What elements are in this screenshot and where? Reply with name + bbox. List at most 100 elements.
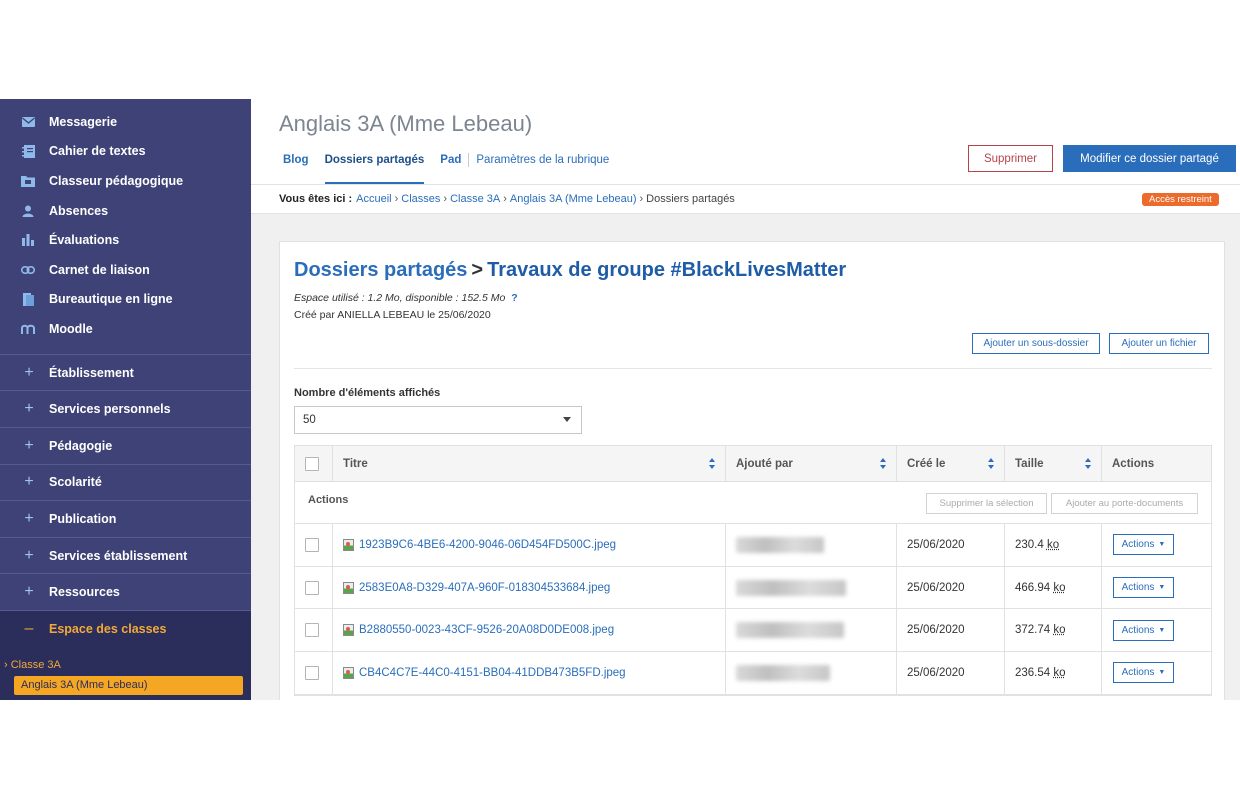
- sidebar-item-absences[interactable]: Absences: [0, 196, 251, 226]
- breadcrumb-separator: ›: [639, 193, 644, 205]
- link-icon: [20, 262, 36, 278]
- row-checkbox[interactable]: [305, 665, 319, 680]
- add-to-portfolio-button[interactable]: Ajouter au porte-documents: [1051, 493, 1198, 514]
- column-title[interactable]: Titre: [333, 446, 726, 481]
- delete-button[interactable]: Supprimer: [968, 145, 1053, 172]
- items-count-select[interactable]: 50: [294, 406, 582, 434]
- sidebar-section-scolarite[interactable]: + Scolarité: [0, 465, 251, 502]
- sort-icon[interactable]: [1085, 458, 1093, 470]
- row-actions-button[interactable]: Actions ▼: [1113, 662, 1174, 684]
- add-subfolder-button[interactable]: Ajouter un sous-dossier: [972, 333, 1100, 354]
- row-actions-button[interactable]: Actions ▼: [1113, 534, 1174, 556]
- row-checkbox[interactable]: [305, 580, 319, 595]
- tab-parametres[interactable]: Paramètres de la rubrique: [476, 151, 609, 184]
- items-count-label: Nombre d'éléments affichés: [294, 387, 441, 399]
- sort-icon[interactable]: [880, 458, 888, 470]
- file-link[interactable]: 1923B9C6-4BE6-4200-9046-06D454FD500C.jpe…: [359, 539, 616, 551]
- bulk-actions-row: Actions Supprimer la sélection Ajouter a…: [295, 482, 1211, 524]
- class-group-link[interactable]: › Classe 3A: [0, 657, 251, 674]
- page-title: Anglais 3A (Mme Lebeau): [279, 111, 533, 136]
- breadcrumb-separator: ›: [503, 193, 507, 205]
- mail-icon: [20, 114, 36, 130]
- row-select-cell: [295, 566, 333, 609]
- size-unit: ko: [1046, 538, 1060, 551]
- sidebar-item-evaluations[interactable]: Évaluations: [0, 225, 251, 255]
- sidebar-item-label: Bureautique en ligne: [49, 292, 173, 307]
- sidebar-section-espace-des-classes[interactable]: – Espace des classes: [0, 610, 251, 648]
- table-row: 1923B9C6-4BE6-4200-9046-06D454FD500C.jpe…: [295, 524, 1211, 567]
- table-row: 2583E0A8-D329-407A-960F-018304533684.jpe…: [295, 566, 1211, 610]
- storage-info: Espace utilisé : 1.2 Mo, disponible : 15…: [294, 292, 518, 304]
- breadcrumb-link-anglais-3a[interactable]: Anglais 3A (Mme Lebeau): [510, 193, 637, 205]
- select-all-checkbox[interactable]: [305, 456, 319, 471]
- row-checkbox[interactable]: [305, 537, 319, 552]
- sidebar-section-label: Établissement: [49, 365, 134, 380]
- add-file-button[interactable]: Ajouter un fichier: [1109, 333, 1209, 354]
- moodle-icon: [20, 321, 36, 337]
- bar-chart-icon: [20, 232, 36, 248]
- sidebar-section-services-personnels[interactable]: + Services personnels: [0, 391, 251, 428]
- app: Messagerie Cahier de textes Classeur péd…: [0, 99, 1240, 700]
- sidebar-section-label: Ressources: [49, 585, 120, 600]
- sidebar-section-etablissement[interactable]: + Établissement: [0, 355, 251, 392]
- size-unit: ko: [1053, 624, 1066, 637]
- user-icon: [20, 203, 36, 219]
- breadcrumb-link-classe-3a[interactable]: Classe 3A: [450, 193, 500, 205]
- folder-parent-link[interactable]: Dossiers partagés: [294, 259, 467, 281]
- sidebar-item-cahier-de-textes[interactable]: Cahier de textes: [0, 137, 251, 167]
- row-actions-button[interactable]: Actions ▼: [1113, 619, 1174, 641]
- sidebar-section-publication[interactable]: + Publication: [0, 501, 251, 538]
- delete-selection-button[interactable]: Supprimer la sélection: [926, 493, 1047, 514]
- sidebar-item-bureautique-en-ligne[interactable]: Bureautique en ligne: [0, 285, 251, 315]
- sort-icon[interactable]: [709, 458, 717, 470]
- added-by-cell: [726, 652, 897, 694]
- breadcrumb-link-accueil[interactable]: Accueil: [356, 193, 391, 205]
- breadcrumb-separator: ›: [394, 193, 399, 205]
- image-file-icon: [343, 666, 354, 679]
- row-checkbox[interactable]: [305, 623, 319, 638]
- date-cell: 25/06/2020: [897, 652, 1005, 694]
- folder-panel: Dossiers partagés > Travaux de groupe #Bla…: [279, 241, 1225, 700]
- help-icon[interactable]: ?: [511, 292, 517, 304]
- redacted-author: [736, 622, 844, 639]
- plus-icon: +: [24, 473, 34, 491]
- bulk-actions-label: Actions: [308, 494, 349, 506]
- row-actions-label: Actions: [1121, 624, 1155, 636]
- modify-folder-button[interactable]: Modifier ce dossier partagé: [1063, 145, 1236, 172]
- sidebar-section-services-etablissement[interactable]: + Services établissement: [0, 538, 251, 575]
- column-added-by[interactable]: Ajouté par: [726, 446, 897, 481]
- sidebar-section-label: Pédagogie: [49, 438, 113, 453]
- breadcrumb-link-classes[interactable]: Classes: [401, 193, 440, 205]
- plus-icon: +: [24, 583, 34, 601]
- breadcrumb-separator: ›: [443, 193, 448, 205]
- file-link[interactable]: B2880550-0023-43CF-9526-20A08D0DE008.jpe…: [359, 624, 614, 636]
- sidebar-section-ressources[interactable]: + Ressources: [0, 574, 251, 611]
- row-actions-button[interactable]: Actions ▼: [1113, 577, 1174, 599]
- column-header-label: Créé le: [907, 457, 946, 470]
- redacted-author: [736, 664, 830, 681]
- sidebar-item-carnet-de-liaison[interactable]: Carnet de liaison: [0, 255, 251, 285]
- sidebar-section-pedagogie[interactable]: + Pédagogie: [0, 428, 251, 465]
- sidebar-item-classeur-pedagogique[interactable]: Classeur pédagogique: [0, 166, 251, 196]
- header-select-all: [295, 446, 333, 481]
- tab-blog[interactable]: Blog: [283, 151, 309, 184]
- folder-name: Travaux de groupe #BlackLivesMatter: [487, 259, 847, 281]
- sidebar-item-label: Moodle: [49, 321, 93, 336]
- column-size[interactable]: Taille: [1005, 446, 1102, 481]
- main-content: Anglais 3A (Mme Lebeau) Blog Dossiers pa…: [251, 99, 1240, 700]
- size-cell: 230.4 ko: [1005, 524, 1102, 566]
- column-created[interactable]: Créé le: [897, 446, 1005, 481]
- breadcrumb-prefix: Vous êtes ici :: [279, 193, 353, 205]
- size-value: 372.74: [1015, 624, 1051, 637]
- redacted-author: [736, 536, 824, 553]
- sidebar-item-messagerie[interactable]: Messagerie: [0, 107, 251, 137]
- file-link[interactable]: CB4C4C7E-44C0-4151-BB04-41DDB473B5FD.jpe…: [359, 667, 626, 679]
- notebook-icon: [20, 143, 36, 159]
- tab-dossiers-partages[interactable]: Dossiers partagés: [324, 151, 425, 184]
- tab-pad[interactable]: Pad: [440, 151, 461, 184]
- file-link[interactable]: 2583E0A8-D329-407A-960F-018304533684.jpe…: [359, 582, 610, 594]
- page-header: Anglais 3A (Mme Lebeau) Blog Dossiers pa…: [251, 99, 1240, 185]
- sort-icon[interactable]: [988, 458, 996, 470]
- sidebar-item-moodle[interactable]: Moodle: [0, 314, 251, 344]
- class-current-item[interactable]: Anglais 3A (Mme Lebeau): [14, 675, 243, 695]
